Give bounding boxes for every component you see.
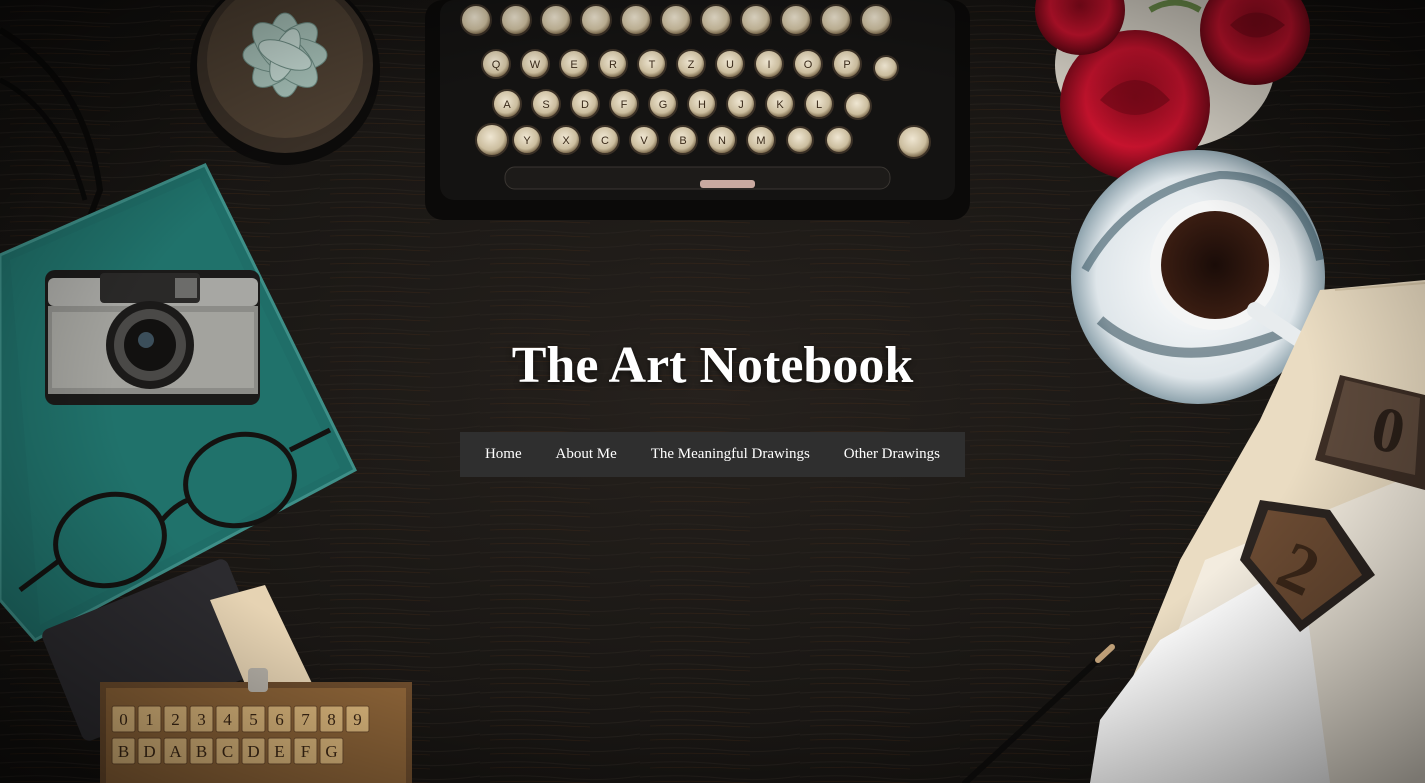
main-navigation: Home About Me The Meaningful Drawings Ot…: [460, 432, 965, 477]
nav-home[interactable]: Home: [477, 434, 530, 475]
site-title: The Art Notebook: [511, 337, 914, 394]
nav-other-drawings[interactable]: Other Drawings: [836, 434, 948, 475]
nav-meaningful-drawings[interactable]: The Meaningful Drawings: [643, 434, 818, 475]
nav-about-me[interactable]: About Me: [548, 434, 625, 475]
